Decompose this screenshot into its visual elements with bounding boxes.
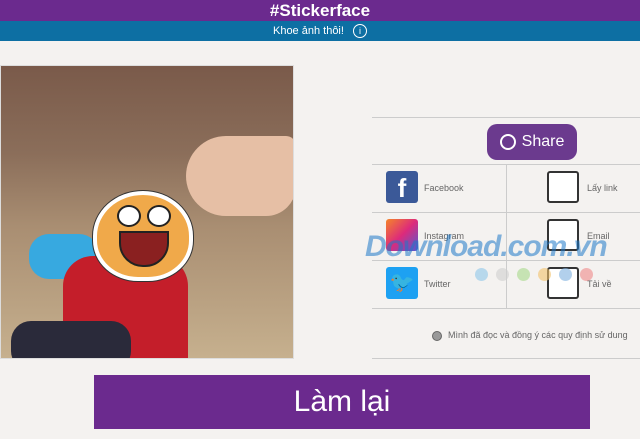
agreement-row[interactable]: Mình đã đọc và đồng ý các quy định sử du… [372,311,640,359]
dot [517,268,530,281]
share-button[interactable]: Share [487,124,577,160]
sub-banner-text: Khoe ảnh thôi! [272,25,344,37]
globe-icon [547,171,579,203]
hand-shape [186,136,293,216]
retry-button[interactable]: Làm lại [94,375,590,429]
twitter-icon: 🐦 [386,267,418,299]
pants-shape [11,321,131,358]
watermark: Download.com.vn [365,230,608,263]
sticker-mouth [119,231,169,267]
dot [538,268,551,281]
option-label: Lấy link [587,183,618,193]
retry-label: Làm lại [293,385,391,418]
sticker-eye-left [117,205,141,227]
option-get-link[interactable]: Lấy link [506,165,640,213]
option-facebook[interactable]: f Facebook [372,165,506,213]
agreement-text: Mình đã đọc và đồng ý các quy định sử du… [448,330,628,340]
viber-icon [499,133,516,150]
share-label: Share [521,133,565,150]
dot [475,268,488,281]
app-header: #Stickerface [0,0,640,21]
sticker-face [93,191,193,281]
option-label: Twitter [424,279,451,289]
dot [580,268,593,281]
facebook-icon: f [386,171,418,203]
watermark-dots [475,268,601,286]
agreement-radio[interactable] [432,330,442,341]
dot [496,268,509,281]
dot [559,268,572,281]
info-icon[interactable]: i [353,24,367,39]
sub-banner: Khoe ảnh thôi! i [0,21,640,41]
sticker-eye-right [147,205,171,227]
sticker-photo [0,65,294,359]
page-title: #Stickerface [269,1,371,20]
option-label: Facebook [424,183,464,193]
